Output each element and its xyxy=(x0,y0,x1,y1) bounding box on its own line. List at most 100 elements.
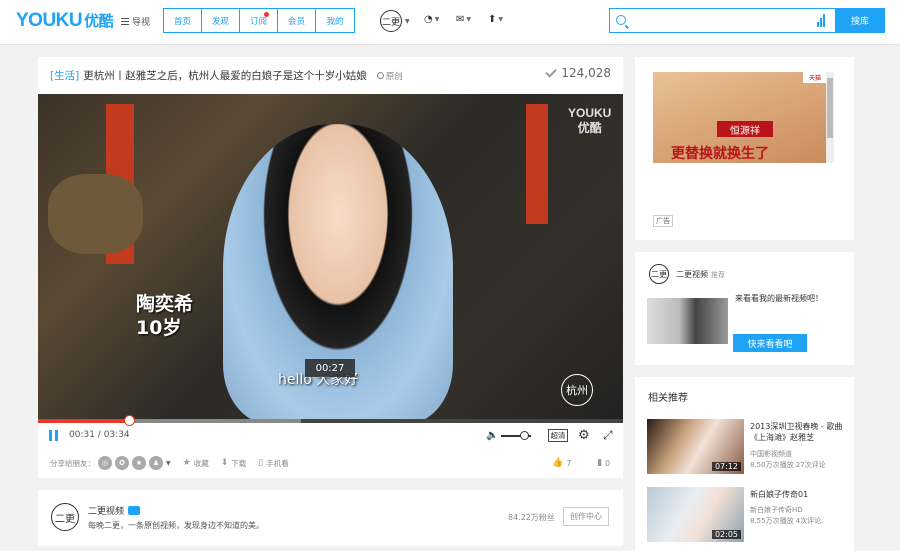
view-count: 124,028 xyxy=(545,65,611,80)
related-stats: 8.50万次播放 27次评论 xyxy=(750,461,826,469)
video-card: [生活] 更杭州丨赵雅芝之后，杭州人最爱的白娘子是这个十岁小姑娘 原创 124,… xyxy=(38,57,623,478)
tmall-badge: 天猫 xyxy=(803,72,827,83)
channel-corner-logo: 杭州 xyxy=(561,374,593,406)
thumb-up-icon: 👍 xyxy=(552,458,564,468)
ad-slogan: 更替换就换生了 xyxy=(671,146,769,162)
author-card: 二更 二更视频 每晚二更，一条原创视频，发现身边不知道的美。 84.22万粉丝 … xyxy=(38,490,623,546)
share-label: 分享给朋友： xyxy=(50,458,95,468)
download-icon: ⬇ xyxy=(220,458,229,468)
chevron-down-icon: ▼ xyxy=(466,16,472,23)
recommend-tag: 推荐 xyxy=(711,271,725,279)
recommend-thumbnail[interactable] xyxy=(647,298,728,344)
duration-badge: 07:12 xyxy=(711,462,741,471)
recommend-channel-name[interactable]: 二更视频 xyxy=(676,269,708,280)
video-player[interactable]: YOUKU 优酷 陶奕希 10岁 hello 大家好 00:27 杭州 xyxy=(38,94,623,421)
user-avatar-menu[interactable]: 二更 ▼ xyxy=(380,10,410,32)
list-item[interactable]: 07:12 2013深圳卫视春晚 - 歌曲《上海滩》赵雅芝 中国影视频道 8.5… xyxy=(647,419,847,475)
related-thumbnail[interactable]: 02:05 xyxy=(647,487,744,542)
search-input[interactable] xyxy=(632,11,832,30)
original-badge: 原创 xyxy=(376,70,403,82)
volume-handle[interactable] xyxy=(519,431,529,440)
gear-icon[interactable]: ⚙ xyxy=(578,428,590,443)
volume-icon[interactable]: 🔈 xyxy=(486,430,498,441)
message-button[interactable]: ✉ ▼ xyxy=(456,14,471,25)
author-avatar[interactable]: 二更 xyxy=(51,503,79,531)
duration-badge: 02:05 xyxy=(711,530,741,539)
wechat-icon[interactable]: ◎ xyxy=(98,456,112,470)
voice-search-icon[interactable] xyxy=(817,14,825,27)
favorite-button[interactable]: ★ 收藏 xyxy=(183,458,209,469)
search-button[interactable]: 搜库 xyxy=(835,8,885,33)
upload-button[interactable]: ⬆ ▼ xyxy=(488,14,503,25)
search-box: 搜库 xyxy=(609,8,885,33)
related-thumbnail[interactable]: 07:12 xyxy=(647,419,744,474)
quality-button[interactable]: 超清 xyxy=(548,429,568,442)
tab-vip[interactable]: 会员 xyxy=(278,9,316,32)
mail-icon: ✉ xyxy=(456,14,465,25)
basket-shape xyxy=(48,174,143,254)
qq-icon[interactable]: ♟ xyxy=(149,456,163,470)
search-icon xyxy=(616,15,626,25)
ad-brand: 恒源祥 xyxy=(717,121,773,137)
recommend-card: 二更 二更视频 推荐 来看看我的最新视频吧！ 快来看看吧 xyxy=(635,252,854,365)
related-title[interactable]: 2013深圳卫视春晚 - 歌曲《上海滩》赵雅芝 xyxy=(750,421,845,443)
chevron-down-icon: ▼ xyxy=(434,16,440,23)
fullscreen-icon[interactable]: ⤢ xyxy=(603,428,613,443)
upload-icon: ⬆ xyxy=(488,14,497,25)
avatar[interactable]: 二更 xyxy=(649,264,669,284)
guide-menu-button[interactable]: 导视 xyxy=(121,15,150,28)
hover-time-tooltip: 00:27 xyxy=(305,359,355,377)
list-item[interactable]: 02:05 新白娘子传奇01 新白娘子传奇HD 8.55万次播放 4次评论 xyxy=(647,487,847,543)
youku-logo[interactable]: YOUKU 优酷 xyxy=(16,10,114,32)
related-source: 中国影视频道 xyxy=(750,450,792,458)
top-header: YOUKU 优酷 导视 首页 发现 订阅 会员 我的 二更 ▼ ◔ ▼ ✉ ▼ ⬆ ▼ … xyxy=(0,0,900,45)
ad-banner[interactable]: 天猫 恒源祥 更替换就换生了 xyxy=(653,72,827,163)
main-nav: 首页 发现 订阅 会员 我的 xyxy=(163,8,355,33)
history-button[interactable]: ◔ ▼ xyxy=(424,14,439,25)
related-heading: 相关推荐 xyxy=(648,393,688,404)
video-title-row: [生活] 更杭州丨赵雅芝之后，杭州人最爱的白娘子是这个十岁小姑娘 原创 xyxy=(50,68,403,83)
phone-icon: ▯ xyxy=(258,458,264,468)
notification-dot xyxy=(264,12,269,17)
tab-subscribe[interactable]: 订阅 xyxy=(240,9,278,32)
decor-banner xyxy=(526,104,548,224)
ad-card: 天猫 恒源祥 更替换就换生了 广告 xyxy=(635,57,854,240)
tab-home[interactable]: 首页 xyxy=(164,9,202,32)
author-name[interactable]: 二更视频 xyxy=(88,504,141,517)
qzone-icon[interactable]: ★ xyxy=(132,456,146,470)
verified-icon xyxy=(128,506,141,515)
video-category-link[interactable]: [生活] xyxy=(50,68,79,83)
related-source: 新白娘子传奇HD xyxy=(750,506,803,514)
menu-icon xyxy=(121,18,129,25)
youku-watermark: YOUKU 优酷 xyxy=(568,106,612,135)
create-center-button[interactable]: 创作中心 xyxy=(563,507,609,526)
weibo-icon[interactable]: ✪ xyxy=(115,456,129,470)
chevron-down-icon: ▼ xyxy=(405,17,410,25)
ad-scrollbar[interactable] xyxy=(826,72,834,163)
chevron-down-icon[interactable]: ▼ xyxy=(166,460,171,467)
comment-icon: ▮ xyxy=(597,458,603,468)
watch-now-button[interactable]: 快来看看吧 xyxy=(733,334,807,352)
related-title[interactable]: 新白娘子传奇01 xyxy=(750,489,845,500)
mobile-watch-button[interactable]: ▯ 手机看 xyxy=(258,458,288,469)
check-icon xyxy=(545,65,558,78)
pause-icon[interactable] xyxy=(49,430,58,441)
star-icon: ★ xyxy=(182,458,191,468)
player-controls: 00:31 / 03:34 🔈 超清 ⚙ ⤢ xyxy=(38,423,623,449)
dislike-button[interactable]: ▮ 0 xyxy=(597,458,610,468)
avatar: 二更 xyxy=(380,10,402,32)
fan-count: 84.22万粉丝 xyxy=(508,513,555,522)
chevron-down-icon: ▼ xyxy=(498,16,504,23)
tab-discover[interactable]: 发现 xyxy=(202,9,240,32)
overlay-caption: 陶奕希 10岁 xyxy=(136,293,194,339)
share-row: 分享给朋友： ◎ ✪ ★ ♟ ▼ ★ 收藏 ⬇ 下载 ▯ 手机看 👍 7 ▮ 0 xyxy=(50,454,610,472)
download-button[interactable]: ⬇ 下载 xyxy=(221,458,247,469)
tab-mine[interactable]: 我的 xyxy=(316,9,354,32)
related-stats: 8.55万次播放 4次评论 xyxy=(750,517,822,525)
ad-label: 广告 xyxy=(653,215,673,227)
clock-icon: ◔ xyxy=(424,14,433,25)
author-description: 每晚二更，一条原创视频，发现身边不知道的美。 xyxy=(88,521,264,530)
time-display: 00:31 / 03:34 xyxy=(69,430,130,440)
like-button[interactable]: 👍 7 xyxy=(552,458,571,468)
related-card: 相关推荐 07:12 2013深圳卫视春晚 - 歌曲《上海滩》赵雅芝 中国影视频… xyxy=(635,377,854,551)
